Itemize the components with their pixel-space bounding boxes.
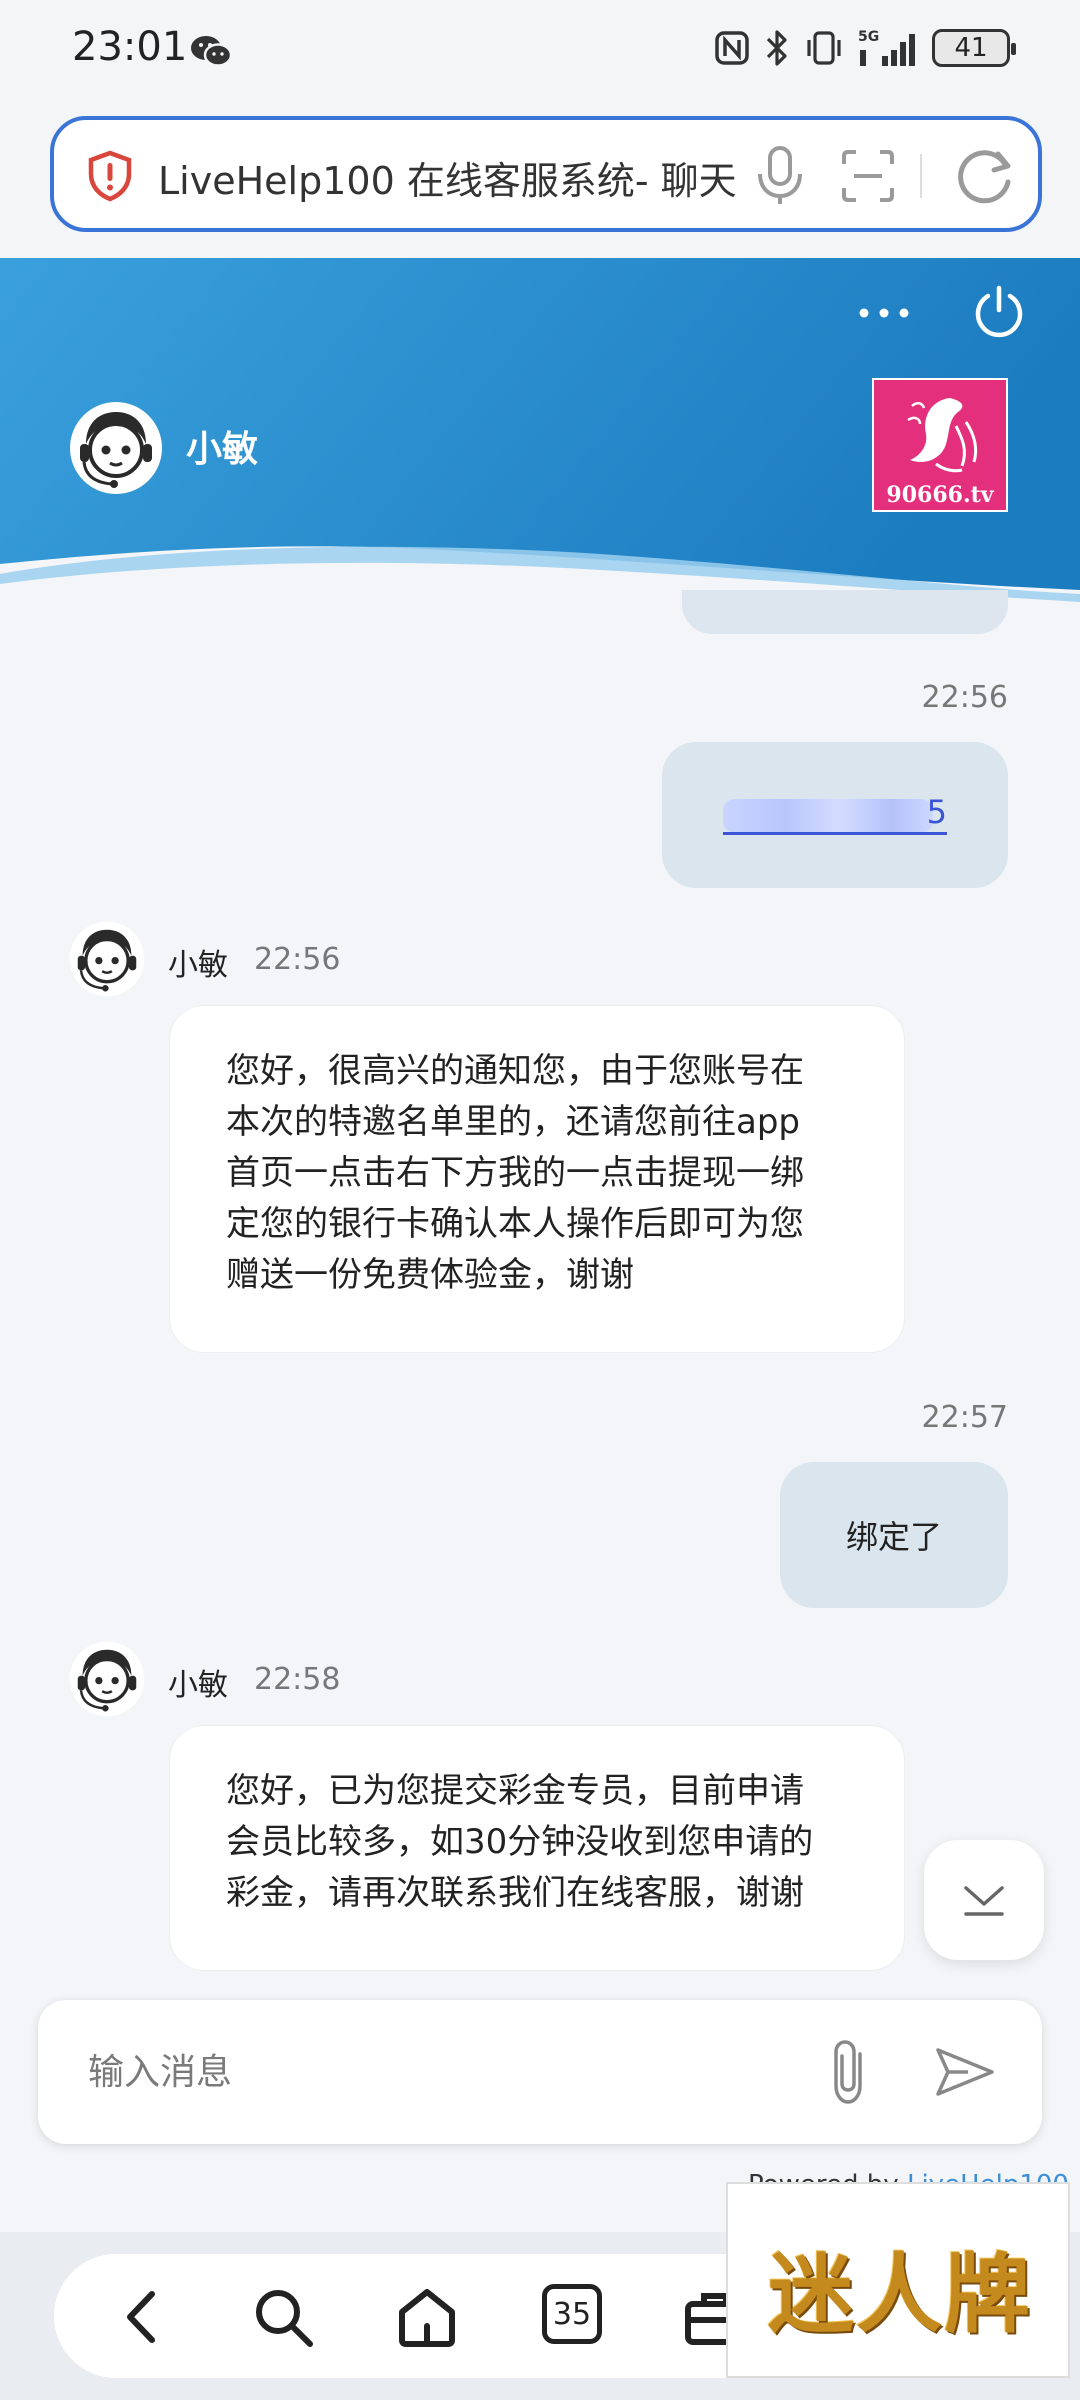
agent-name: 小敏 (186, 429, 259, 470)
message-line: 您好，已为您提交彩金专员，目前申请 (226, 1771, 804, 1811)
back-icon[interactable] (110, 2284, 176, 2350)
status-time: 23:01 (72, 24, 188, 70)
paperclip-icon[interactable] (820, 2036, 880, 2108)
redaction-blur (723, 799, 933, 833)
browser-toolbar: LiveHelp100 在线客服系统- 聊天 (0, 100, 1080, 258)
address-text[interactable]: LiveHelp100 在线客服系统- 聊天 (158, 150, 778, 205)
message-composer (38, 2000, 1042, 2144)
watermark: 迷人牌 (726, 2182, 1070, 2378)
chat-header: 小敏 90666.tv (0, 258, 1080, 608)
address-bar[interactable]: LiveHelp100 在线客服系统- 聊天 (50, 116, 1042, 232)
send-icon[interactable] (934, 2044, 996, 2100)
user-message-bubble: 绑定了 (780, 1462, 1008, 1608)
message-line: 本次的特邀名单里的，还请您前往app (226, 1102, 800, 1142)
masked-link[interactable]: 5 (723, 793, 947, 835)
agent-avatar (69, 921, 145, 997)
site-logo: 90666.tv (872, 378, 1008, 512)
more-options-icon[interactable] (852, 298, 916, 328)
sender-name: 小敏 (168, 1668, 228, 1703)
message-text: 绑定了 (845, 1518, 942, 1556)
bluetooth-icon (766, 30, 787, 66)
sender-name: 小敏 (168, 948, 228, 983)
power-icon[interactable] (972, 284, 1026, 338)
masked-link-suffix[interactable]: 5 (927, 793, 947, 831)
message-time: 22:56 (921, 680, 1008, 715)
network-type-label: 5G (858, 29, 879, 45)
wechat-icon (191, 36, 232, 67)
link-underline (723, 832, 947, 835)
nfc-icon (715, 31, 749, 65)
message-time: 22:58 (254, 1662, 341, 1697)
chevron-down-icon (964, 1886, 1004, 1916)
agent-message-bubble: 您好，很高兴的通知您，由于您账号在 本次的特邀名单里的，还请您前往app 首页一… (170, 1006, 904, 1352)
signal-icon: 5G (858, 29, 915, 66)
message-input[interactable] (88, 2044, 808, 2100)
shield-warning-icon[interactable] (86, 150, 134, 202)
scroll-to-bottom-button[interactable] (924, 1840, 1044, 1960)
user-message-bubble: 5 (662, 742, 1008, 888)
home-icon[interactable] (394, 2284, 460, 2350)
agent-avatar (70, 402, 162, 494)
message-line: 彩金，请再次联系我们在线客服，谢谢 (226, 1873, 804, 1913)
message-line: 您好，很高兴的通知您，由于您账号在 (226, 1051, 804, 1091)
agent-message-bubble: 您好，已为您提交彩金专员，目前申请 会员比较多，如30分钟没收到您申请的 彩金，… (170, 1726, 904, 1970)
battery-level: 41 (954, 33, 988, 63)
message-line: 会员比较多，如30分钟没收到您申请的 (226, 1822, 814, 1862)
tabs-button[interactable]: 35 (542, 2284, 602, 2344)
logo-text: 90666.tv (886, 482, 994, 508)
message-line: 赠送一份免费体验金，谢谢 (226, 1255, 634, 1295)
logo-figure-icon (907, 398, 978, 473)
reload-icon[interactable] (952, 144, 1016, 208)
microphone-icon[interactable] (750, 144, 810, 208)
message-time: 22:56 (254, 942, 341, 977)
agent-avatar (69, 1641, 145, 1717)
tabs-count: 35 (542, 2284, 602, 2344)
status-bar: 23:01 5G 41 (0, 0, 1080, 100)
watermark-text: 迷人牌 (768, 2244, 1032, 2345)
message-line: 定您的银行卡确认本人操作后即可为您 (226, 1204, 804, 1244)
battery-indicator: 41 (932, 29, 1016, 67)
message-time: 22:57 (921, 1400, 1008, 1435)
search-icon[interactable] (250, 2284, 316, 2350)
address-divider (920, 154, 922, 198)
scan-icon[interactable] (840, 148, 896, 204)
vibrate-icon (807, 31, 841, 65)
message-line: 首页一点击右下方我的一点击提现一绑 (226, 1153, 804, 1193)
status-icons: 5G 41 (714, 28, 1016, 68)
message-bubble-partial (682, 590, 1008, 634)
